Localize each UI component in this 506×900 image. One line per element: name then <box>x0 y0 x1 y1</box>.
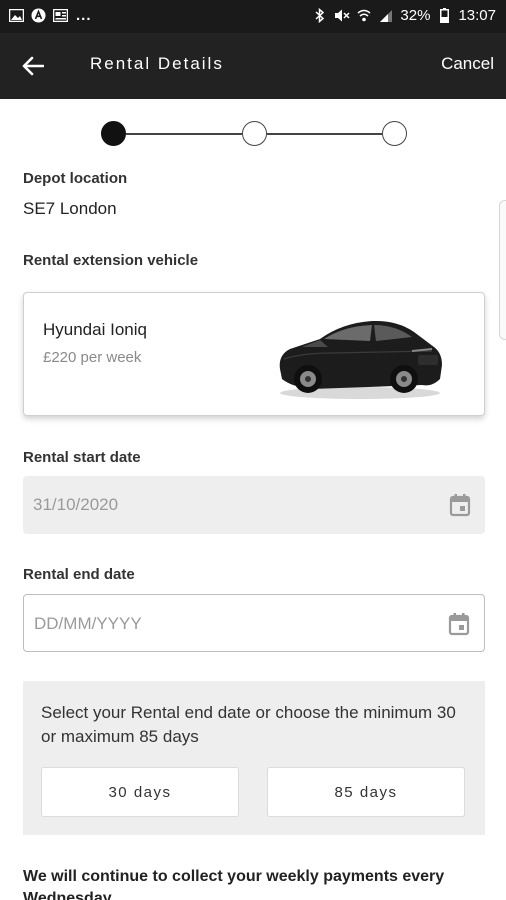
start-date-value: 31/10/2020 <box>33 495 119 514</box>
end-date-placeholder: DD/MM/YYYY <box>34 614 142 633</box>
duration-selector: Select your Rental end date or choose th… <box>23 681 485 835</box>
vehicle-price: £220 per week <box>43 349 142 366</box>
step-1-indicator <box>101 121 126 146</box>
app-a-icon <box>30 8 46 23</box>
vehicle-name: Hyundai Ioniq <box>43 320 147 339</box>
car-image <box>279 320 442 399</box>
more-notifications: ... <box>76 7 92 24</box>
step-2-indicator <box>242 121 267 146</box>
depot-location-label: Depot location <box>23 170 128 187</box>
arrow-left-icon <box>22 56 44 76</box>
news-icon <box>52 9 68 23</box>
calendar-icon[interactable] <box>448 612 470 636</box>
end-date-field[interactable]: DD/MM/YYYY <box>23 594 485 652</box>
status-bar: ... 32% 13:07 <box>0 0 506 33</box>
duration-prompt: Select your Rental end date or choose th… <box>41 703 456 746</box>
calendar-icon <box>449 494 471 517</box>
85-days-button[interactable]: 85 days <box>267 767 465 817</box>
progress-stepper <box>101 121 407 147</box>
bluetooth-icon <box>312 8 328 23</box>
clock: 13:07 <box>458 7 496 24</box>
battery-icon <box>436 8 452 23</box>
depot-location-value: SE7 London <box>23 199 117 218</box>
gallery-icon <box>8 9 24 23</box>
signal-icon <box>378 9 394 23</box>
mute-icon <box>334 9 350 23</box>
end-date-label: Rental end date <box>23 566 135 583</box>
cancel-button[interactable]: Cancel <box>441 54 494 74</box>
status-bar-notifications: ... <box>8 7 92 24</box>
step-3-indicator <box>382 121 407 146</box>
start-date-label: Rental start date <box>23 449 141 466</box>
back-button[interactable] <box>18 51 48 81</box>
payment-note: We will continue to collect your weekly … <box>23 868 445 900</box>
app-bar: Rental Details Cancel <box>0 33 506 99</box>
stepper-connector <box>126 133 242 135</box>
stepper-connector <box>267 133 382 135</box>
30-days-button[interactable]: 30 days <box>41 767 239 817</box>
scroll-handle[interactable] <box>499 200 506 340</box>
wifi-icon <box>356 9 372 23</box>
page-title: Rental Details <box>90 54 224 73</box>
status-bar-system: 32% 13:07 <box>312 7 496 24</box>
start-date-field: 31/10/2020 <box>23 476 485 534</box>
vehicle-label: Rental extension vehicle <box>23 252 199 269</box>
vehicle-card[interactable]: Hyundai Ioniq £220 per week <box>23 292 485 416</box>
battery-percentage: 32% <box>400 7 431 24</box>
